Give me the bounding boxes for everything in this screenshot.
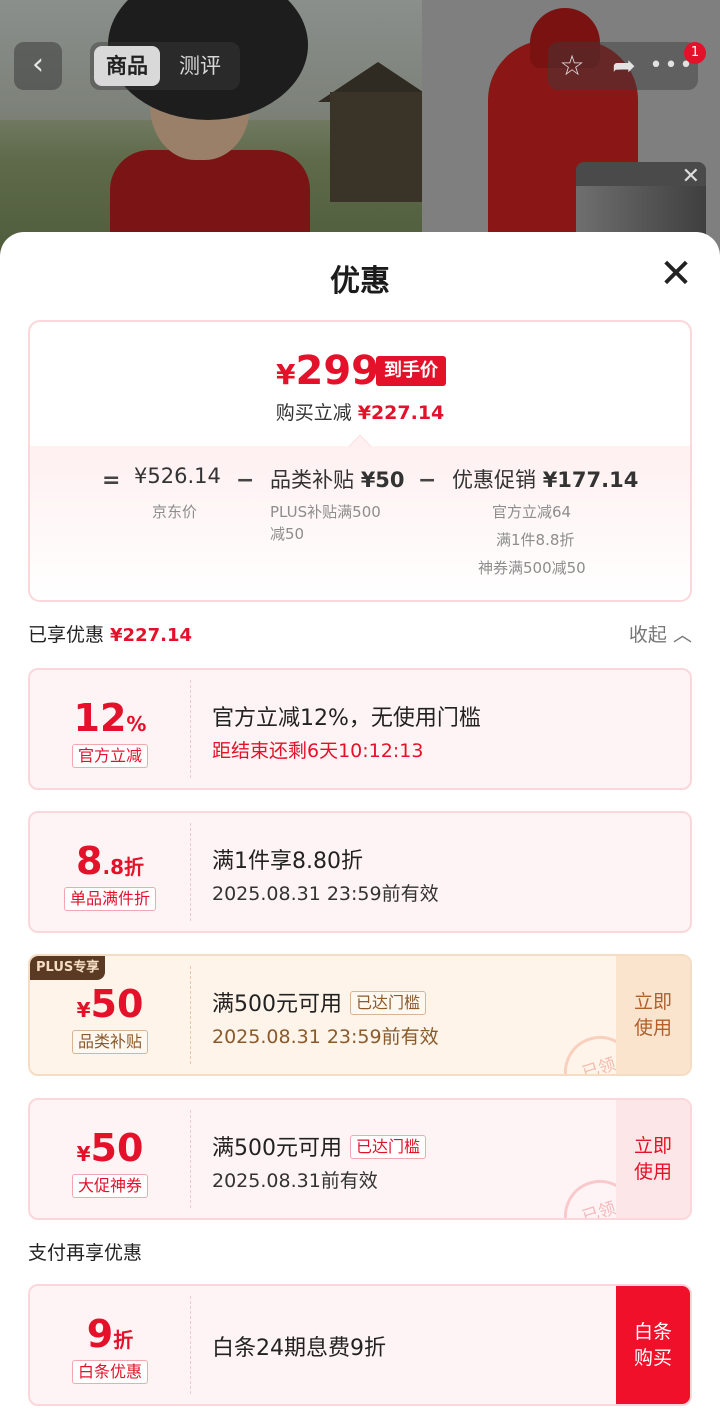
- final-price: ¥299: [276, 348, 379, 394]
- coupon-type-label: 品类补贴: [71, 1030, 148, 1054]
- coupon-type-label: 大促神券: [71, 1174, 148, 1198]
- enjoyed-value: ¥227.14: [110, 625, 192, 646]
- equals-sign: =: [102, 468, 121, 493]
- notification-badge: 1: [684, 42, 706, 64]
- close-button[interactable]: ✕: [656, 254, 696, 294]
- use-now-button[interactable]: 立即使用: [616, 956, 690, 1074]
- sheet-title: 优惠: [330, 264, 390, 299]
- coupon-title: 白条24期息费9折: [212, 1336, 386, 1361]
- coupon-expiry: 2025.08.31 23:59前有效: [212, 1026, 439, 1048]
- tab-review[interactable]: 测评: [170, 46, 230, 86]
- coupon-value: 12%: [73, 696, 147, 740]
- coupon-value: 9折: [86, 1312, 134, 1356]
- enjoyed-discount-row: 已享优惠 ¥227.14 收起 ︿: [28, 620, 692, 647]
- coupon-type-label: 白条优惠: [71, 1360, 148, 1384]
- coupon-promo-voucher[interactable]: ¥50 大促神券 满500元可用 已达门槛 2025.08.31前有效 已领 立即…: [28, 1098, 692, 1220]
- header-tabs: 商品 测评: [90, 42, 240, 90]
- tab-product[interactable]: 商品: [94, 46, 160, 86]
- back-button[interactable]: ‹: [14, 42, 62, 90]
- enjoyed-label: 已享优惠: [28, 624, 105, 646]
- promotion-discount: 优惠促销 ¥177.14: [452, 468, 639, 492]
- category-subsidy-note: PLUS补贴满500: [270, 503, 381, 521]
- price-breakdown: = ¥526.14 京东价 − 品类补贴 ¥50 PLUS补贴满500 减50 …: [30, 446, 690, 600]
- coupon-countdown: 距结束还剩6天10:12:13: [212, 740, 424, 762]
- price-summary: ¥299 到手价 购买立减 ¥227.14 = ¥526.14 京东价 − 品类补…: [28, 320, 692, 602]
- star-icon[interactable]: ☆: [548, 42, 596, 90]
- minus-sign: −: [236, 468, 255, 493]
- coupon-value: 8.8折: [76, 839, 144, 883]
- coupon-title: 满500元可用 已达门槛: [212, 986, 427, 1018]
- chevron-left-icon: ‹: [32, 47, 44, 82]
- category-subsidy-note: 减50: [270, 525, 305, 543]
- promotion-note: 满1件8.8折: [496, 531, 575, 549]
- coupon-value: ¥50: [76, 982, 144, 1026]
- close-icon: ✕: [659, 251, 693, 297]
- floating-video[interactable]: ✕: [576, 162, 706, 242]
- promotion-note: 官方立减64: [492, 503, 572, 521]
- coupon-title: 满1件享8.80折: [212, 849, 363, 874]
- use-now-button[interactable]: 立即使用: [616, 1100, 690, 1218]
- chevron-up-icon: ︿: [672, 624, 692, 646]
- coupon-title: 官方立减12%，无使用门槛: [212, 706, 481, 731]
- threshold-met-tag: 已达门槛: [350, 991, 427, 1015]
- collapse-button[interactable]: 收起 ︿: [629, 620, 692, 647]
- promotion-note: 神券满500减50: [478, 559, 586, 577]
- coupon-expiry: 2025.08.31前有效: [212, 1170, 378, 1192]
- product-photo-model: [0, 0, 438, 260]
- final-price-tag: 到手价: [376, 356, 446, 386]
- coupon-title: 满500元可用 已达门槛: [212, 1130, 427, 1162]
- baitiao-buy-button[interactable]: 白条购买: [616, 1286, 690, 1404]
- coupon-value: ¥50: [76, 1126, 144, 1170]
- close-icon[interactable]: ✕: [682, 166, 700, 188]
- instant-cut: 购买立减 ¥227.14: [275, 402, 445, 424]
- coupon-type-label: 单品满件折: [63, 887, 156, 911]
- threshold-met-tag: 已达门槛: [350, 1135, 427, 1159]
- jd-price: ¥526.14: [134, 464, 221, 488]
- coupon-type-label: 官方立减: [71, 744, 148, 768]
- coupon-baitiao[interactable]: 9折 白条优惠 白条24期息费9折 白条购买: [28, 1284, 692, 1406]
- coupon-expiry: 2025.08.31 23:59前有效: [212, 883, 439, 905]
- coupon-plus-category-subsidy[interactable]: PLUS专享 ¥50 品类补贴 满500元可用 已达门槛 2025.08.31 2…: [28, 954, 692, 1076]
- header-actions: ☆ ➦ •••: [548, 42, 698, 90]
- payment-discount-heading: 支付再享优惠: [28, 1242, 143, 1264]
- jd-price-label: 京东价: [152, 503, 198, 521]
- discount-sheet: 优惠 ✕ ¥299 到手价 购买立减 ¥227.14 = ¥526.14 京东价 …: [0, 232, 720, 1414]
- share-icon[interactable]: ➦: [600, 42, 648, 90]
- minus-sign: −: [418, 468, 437, 493]
- coupon-official-cut[interactable]: 12% 官方立减 官方立减12%，无使用门槛 距结束还剩6天10:12:13: [28, 668, 692, 790]
- category-subsidy: 品类补贴 ¥50: [270, 468, 405, 492]
- coupon-single-item-discount[interactable]: 8.8折 单品满件折 满1件享8.80折 2025.08.31 23:59前有效: [28, 811, 692, 933]
